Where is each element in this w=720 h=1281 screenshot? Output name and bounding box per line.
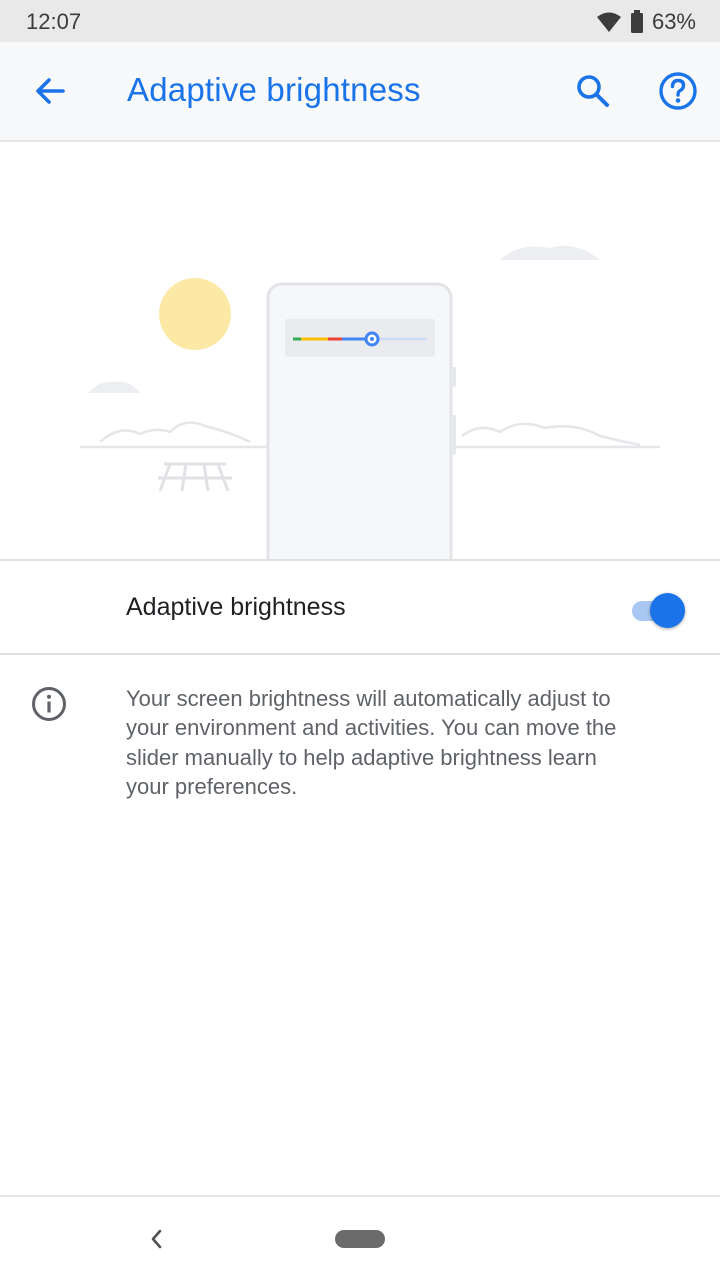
toggle-thumb [650,593,685,628]
help-icon[interactable] [657,70,699,112]
info-icon [32,687,66,721]
phone-side-button [451,367,456,387]
setting-label: Adaptive brightness [126,593,346,621]
info-line: your environment and activities. You can… [126,715,617,741]
adaptive-brightness-toggle[interactable] [630,590,690,628]
navigation-bar [0,1195,720,1281]
status-bar: 12:07 63% [0,0,720,42]
back-arrow-icon[interactable] [30,71,70,111]
info-line: your preferences. [126,773,298,799]
picnic-table [158,462,232,492]
info-line: slider manually to help adaptive brightn… [126,744,597,770]
adaptive-brightness-setting[interactable]: Adaptive brightness [0,562,720,654]
cloud-right [500,245,600,260]
mountain-left [80,421,270,449]
sun [159,278,231,350]
info-line: Your screen brightness will automaticall… [126,686,611,711]
brightness-illustration [80,245,660,560]
battery-icon [630,10,643,33]
page-title: Adaptive brightness [127,71,421,108]
divider [0,559,720,561]
home-pill[interactable] [335,1230,385,1248]
nav-back-icon[interactable] [144,1225,168,1253]
app-bar: Adaptive brightness [0,42,720,142]
divider [0,653,720,655]
status-time: 12:07 [26,9,82,34]
phone-side-button [451,415,456,455]
status-icons: 63% [596,9,696,35]
search-icon[interactable] [573,71,613,111]
info-description: Your screen brightness will automaticall… [126,684,696,801]
wifi-icon [596,12,621,32]
mountain-right [455,422,660,449]
battery-percent: 63% [651,9,696,34]
cloud-left [88,381,140,393]
